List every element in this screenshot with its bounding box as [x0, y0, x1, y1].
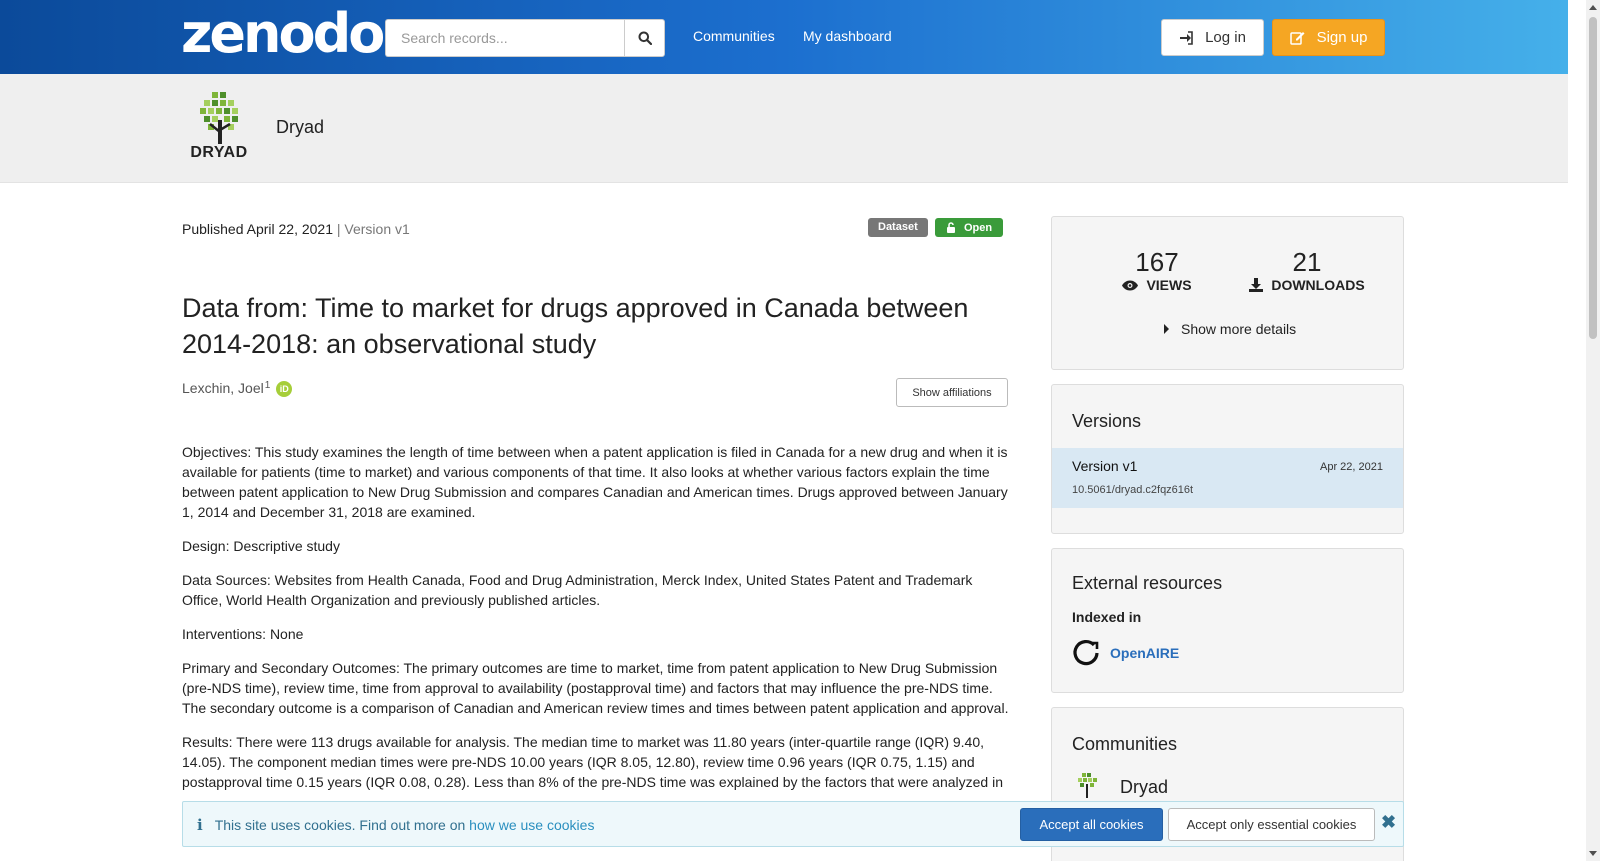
download-icon [1249, 278, 1264, 292]
unlock-icon [946, 222, 955, 233]
resource-type-badge[interactable]: Dataset [868, 218, 928, 237]
communities-heading: Communities [1072, 734, 1178, 754]
author-name[interactable]: Lexchin, Joel [182, 380, 264, 396]
external-resources-panel: External resources Indexed in OpenAIRE [1051, 548, 1404, 693]
views-label: VIEWS [1146, 277, 1192, 293]
openaire-label: OpenAIRE [1110, 645, 1180, 661]
signup-button[interactable]: Sign up [1272, 19, 1385, 56]
edit-icon [1289, 32, 1305, 45]
top-navbar: zenodo Communities My dashboard Log in S… [0, 0, 1568, 74]
show-affiliations-button[interactable]: Show affiliations [896, 378, 1008, 407]
info-icon: i [197, 816, 203, 834]
orcid-icon[interactable]: iD [276, 381, 293, 397]
eye-icon [1122, 280, 1139, 290]
external-heading: External resources [1072, 573, 1223, 593]
views-stat: 167 VIEWS [1102, 247, 1212, 293]
nav-communities[interactable]: Communities [693, 28, 775, 44]
show-more-label: Show more details [1181, 321, 1297, 337]
community-name[interactable]: Dryad [276, 117, 324, 138]
access-badge[interactable]: Open [935, 218, 1003, 237]
access-badge-label: Open [963, 221, 993, 234]
cookie-banner: i This site uses cookies. Find out more … [182, 801, 1404, 847]
version-doi: 10.5061/dryad.c2fqz616t [1072, 484, 1194, 496]
search-icon [638, 31, 652, 45]
published-date: Published April 22, 2021 [182, 221, 333, 237]
search-input[interactable] [385, 19, 625, 57]
cookie-policy-link[interactable]: how we use cookies [469, 817, 594, 833]
sign-in-icon [1180, 30, 1193, 45]
indexed-in-label: Indexed in [1072, 609, 1142, 625]
downloads-stat: 21 DOWNLOADS [1242, 247, 1372, 293]
dryad-logo-text: DRYAD [190, 144, 248, 161]
community-item[interactable]: Dryad [1072, 772, 1168, 802]
views-count: 167 [1135, 247, 1179, 277]
scroll-down-arrow-icon[interactable] [1589, 851, 1597, 856]
versions-heading: Versions [1072, 411, 1142, 431]
dryad-logo[interactable]: DRYAD [186, 90, 256, 162]
login-label: Log in [1205, 29, 1246, 46]
description-paragraph: Objectives: This study examines the leng… [182, 444, 1008, 520]
show-more-details[interactable]: Show more details [1164, 321, 1296, 337]
description-paragraph: Interventions: None [182, 626, 304, 642]
accept-essential-cookies-button[interactable]: Accept only essential cookies [1168, 808, 1375, 841]
version-date: Apr 22, 2021 [1320, 461, 1383, 473]
description-paragraph: Data Sources: Websites from Health Canad… [182, 572, 973, 608]
signup-label: Sign up [1316, 29, 1368, 46]
description-paragraph: Primary and Secondary Outcomes: The prim… [182, 660, 1009, 716]
version-label: Version v1 [344, 221, 410, 237]
publication-info: Published April 22, 2021 | Version v1 [182, 221, 410, 237]
versions-panel: Versions Version v1 Apr 22, 2021 10.5061… [1051, 384, 1404, 534]
dryad-community-icon [1078, 773, 1097, 798]
affiliation-index: 1 [264, 380, 271, 391]
scroll-up-arrow-icon[interactable] [1589, 5, 1597, 10]
record-description: Objectives: This study examines the leng… [182, 442, 1012, 806]
close-icon[interactable]: ✖ [1381, 812, 1396, 833]
caret-right-icon [1164, 324, 1169, 334]
openaire-link[interactable]: OpenAIRE [1072, 639, 1179, 667]
openaire-icon [1073, 639, 1099, 666]
community-item-label: Dryad [1120, 776, 1169, 797]
creator: Lexchin, Joel 1 iD [182, 380, 293, 397]
search-form [385, 19, 665, 57]
record-title: Data from: Time to market for drugs appr… [182, 293, 969, 359]
nav-my-dashboard[interactable]: My dashboard [803, 28, 892, 44]
zenodo-logo[interactable]: zenodo [181, 6, 385, 62]
scrollbar-thumb[interactable] [1589, 17, 1597, 339]
description-paragraph: Design: Descriptive study [182, 538, 340, 554]
community-header: DRYAD Dryad [0, 74, 1568, 183]
version-name[interactable]: Version v1 [1072, 458, 1137, 474]
description-paragraph: Results: There were 113 drugs available … [182, 734, 1003, 790]
accept-all-cookies-button[interactable]: Accept all cookies [1020, 808, 1163, 841]
stats-panel: 167 VIEWS 21 DOWNLOADS Show more details [1051, 216, 1404, 370]
downloads-count: 21 [1292, 247, 1322, 277]
page-scrollbar[interactable] [1586, 0, 1600, 861]
version-item[interactable]: Version v1 Apr 22, 2021 10.5061/dryad.c2… [1052, 448, 1403, 508]
cookie-message: This site uses cookies. Find out more on [214, 817, 466, 833]
login-button[interactable]: Log in [1161, 19, 1264, 56]
downloads-label: DOWNLOADS [1271, 277, 1365, 293]
search-button[interactable] [624, 19, 665, 57]
